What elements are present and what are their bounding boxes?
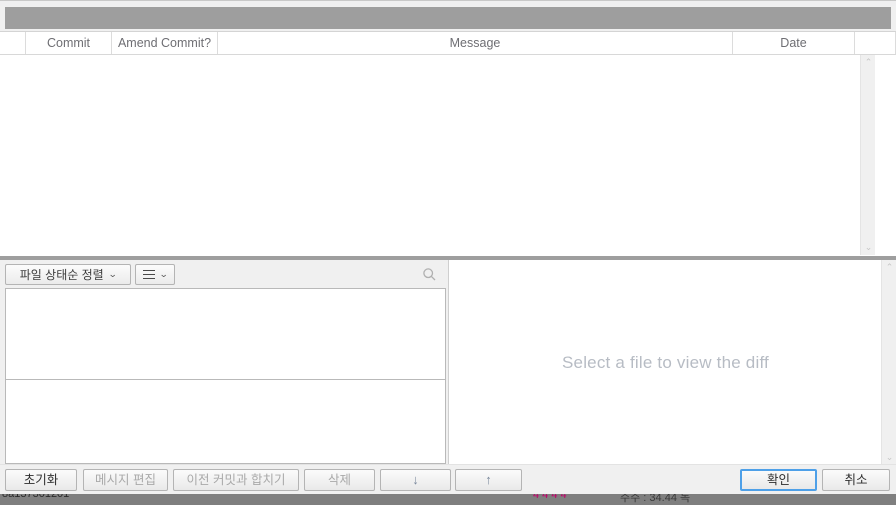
button-메시지 편집: 메시지 편집 xyxy=(83,469,168,491)
file-list-pane: 파일 상태순 정렬 ⌄ ⌄ xyxy=(0,260,448,465)
hamburger-icon xyxy=(142,267,155,282)
button-초기화[interactable]: 초기화 xyxy=(5,469,77,491)
button-확인[interactable]: 확인 xyxy=(740,469,817,491)
chevron-down-icon-2: ⌄ xyxy=(158,269,169,279)
button-bar: 초기화 메시지 편집 이전 커밋과 합치기 삭제 ↓ ↑ 확인 취소 xyxy=(0,465,896,494)
commit-table-header: Commit Amend Commit? Message Date xyxy=(0,31,896,55)
unstaged-file-list[interactable] xyxy=(5,379,446,464)
commit-table-column-header[interactable]: Commit xyxy=(26,32,112,54)
rebase-dialog: Commit Amend Commit? Message Date ⌃ ⌄ 파일 상태… xyxy=(0,0,896,494)
sort-mode-dropdown[interactable]: 파일 상태순 정렬 ⌄ xyxy=(5,264,131,285)
button-이전 커밋과 합치기: 이전 커밋과 합치기 xyxy=(173,469,299,491)
diff-scrollbar[interactable]: ⌃ ⌄ xyxy=(881,260,896,465)
diff-pane: Select a file to view the diff ⌃ ⌄ xyxy=(448,260,896,465)
button-↓[interactable]: ↓ xyxy=(380,469,451,491)
commit-table-column-header[interactable] xyxy=(0,32,26,54)
button-삭제: 삭제 xyxy=(304,469,375,491)
file-list-toolbar: 파일 상태순 정렬 ⌄ ⌄ xyxy=(0,260,448,288)
lower-area: 파일 상태순 정렬 ⌄ ⌄ Select a file to view the … xyxy=(0,260,896,465)
commit-table-column-header[interactable]: Date xyxy=(733,32,855,54)
commit-table-body[interactable] xyxy=(0,55,860,255)
commit-table: Commit Amend Commit? Message Date ⌃ ⌄ xyxy=(0,31,896,256)
commit-table-column-header[interactable] xyxy=(855,32,896,54)
app-root: 8a137301201 4 4 4 4 주주 : 34.44 독 Commit A… xyxy=(0,0,896,505)
commit-table-scrollbar[interactable]: ⌃ ⌄ xyxy=(860,55,875,255)
view-mode-dropdown[interactable]: ⌄ xyxy=(135,264,175,285)
sort-mode-label: 파일 상태순 정렬 xyxy=(19,268,104,282)
chevron-down-icon: ⌄ xyxy=(107,269,118,279)
scroll-up-arrow[interactable]: ⌃ xyxy=(861,55,876,70)
search-icon[interactable] xyxy=(422,267,437,282)
staged-file-list[interactable] xyxy=(5,288,446,380)
diff-placeholder-text: Select a file to view the diff xyxy=(562,352,769,372)
titlebar-strip xyxy=(0,0,896,6)
diff-scroll-up-arrow[interactable]: ⌃ xyxy=(882,260,896,275)
commit-table-column-header[interactable]: Message xyxy=(218,32,733,54)
diff-scroll-down-arrow[interactable]: ⌄ xyxy=(882,450,896,465)
scroll-down-arrow[interactable]: ⌄ xyxy=(861,240,876,255)
commit-table-column-header[interactable]: Amend Commit? xyxy=(112,32,218,54)
button-↑[interactable]: ↑ xyxy=(455,469,522,491)
dialog-titlebar[interactable] xyxy=(5,7,891,29)
button-취소[interactable]: 취소 xyxy=(822,469,890,491)
